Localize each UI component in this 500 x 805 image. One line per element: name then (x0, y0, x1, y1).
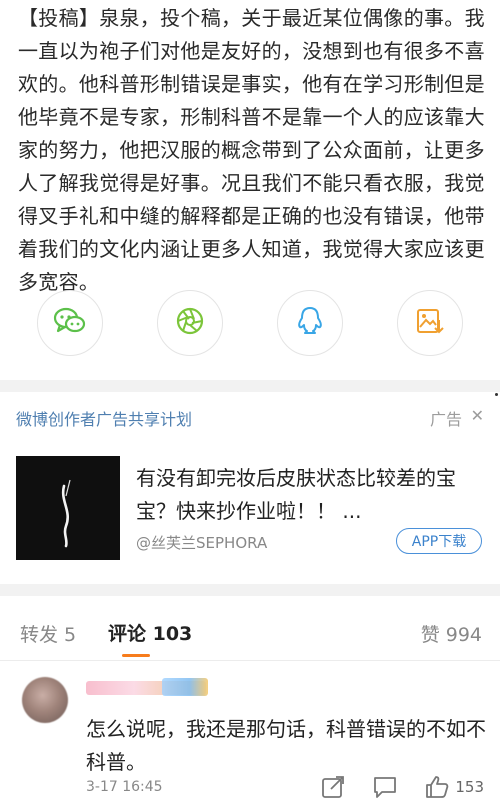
close-icon[interactable]: ✕ (471, 406, 484, 425)
comment-icon[interactable] (372, 774, 398, 800)
user-badge (162, 678, 208, 696)
qq-share-button[interactable] (277, 290, 343, 356)
ad-brand[interactable]: @丝芙兰SEPHORA (136, 532, 267, 553)
ad-title[interactable]: 有没有卸完妆后皮肤状态比较差的宝宝？快来抄作业啦！！ ... (136, 462, 486, 528)
tab-reposts[interactable]: 转发 5 (20, 620, 76, 647)
avatar[interactable] (22, 677, 68, 723)
comment-item: 怎么说呢，我还是那句话，科普错误的不如不科普。 3-17 16:45 153 (0, 661, 500, 805)
ad-plan-label[interactable]: 微博创作者广告共享计划 (16, 406, 192, 430)
ad-label: 广告 (429, 410, 462, 429)
share-icon[interactable] (320, 774, 346, 800)
section-separator (0, 380, 500, 392)
save-image-button[interactable] (397, 290, 463, 356)
ad-card[interactable]: 微博创作者广告共享计划 广告 ✕ 有没有卸完妆后皮肤状态比较差的宝宝？快来抄作业… (0, 392, 500, 580)
active-tab-indicator (122, 654, 150, 657)
comment-text[interactable]: 怎么说呢，我还是那句话，科普错误的不如不科普。 (86, 713, 490, 779)
moments-share-button[interactable] (157, 290, 223, 356)
app-download-button[interactable]: APP下载 (396, 528, 482, 554)
ad-thumbnail[interactable] (16, 456, 120, 560)
wechat-share-button[interactable] (37, 290, 103, 356)
tab-comments[interactable]: 评论 103 (108, 619, 192, 646)
comment-timestamp: 3-17 16:45 (86, 779, 163, 795)
tab-likes[interactable]: 赞 994 (421, 620, 482, 647)
like-count: 153 (455, 778, 484, 796)
section-separator-2 (0, 584, 500, 596)
post-text: 【投稿】泉泉，投个稿，关于最近某位偶像的事。我一直以为袍子们对他是友好的，没想到… (18, 6, 485, 294)
save-image-icon (415, 306, 445, 340)
share-row (0, 290, 500, 362)
like-icon[interactable] (424, 774, 450, 800)
qq-icon (296, 305, 324, 341)
interaction-tabs: 转发 5 评论 103 赞 994 (0, 596, 500, 660)
moments-icon (175, 306, 205, 340)
wechat-icon (53, 306, 87, 340)
